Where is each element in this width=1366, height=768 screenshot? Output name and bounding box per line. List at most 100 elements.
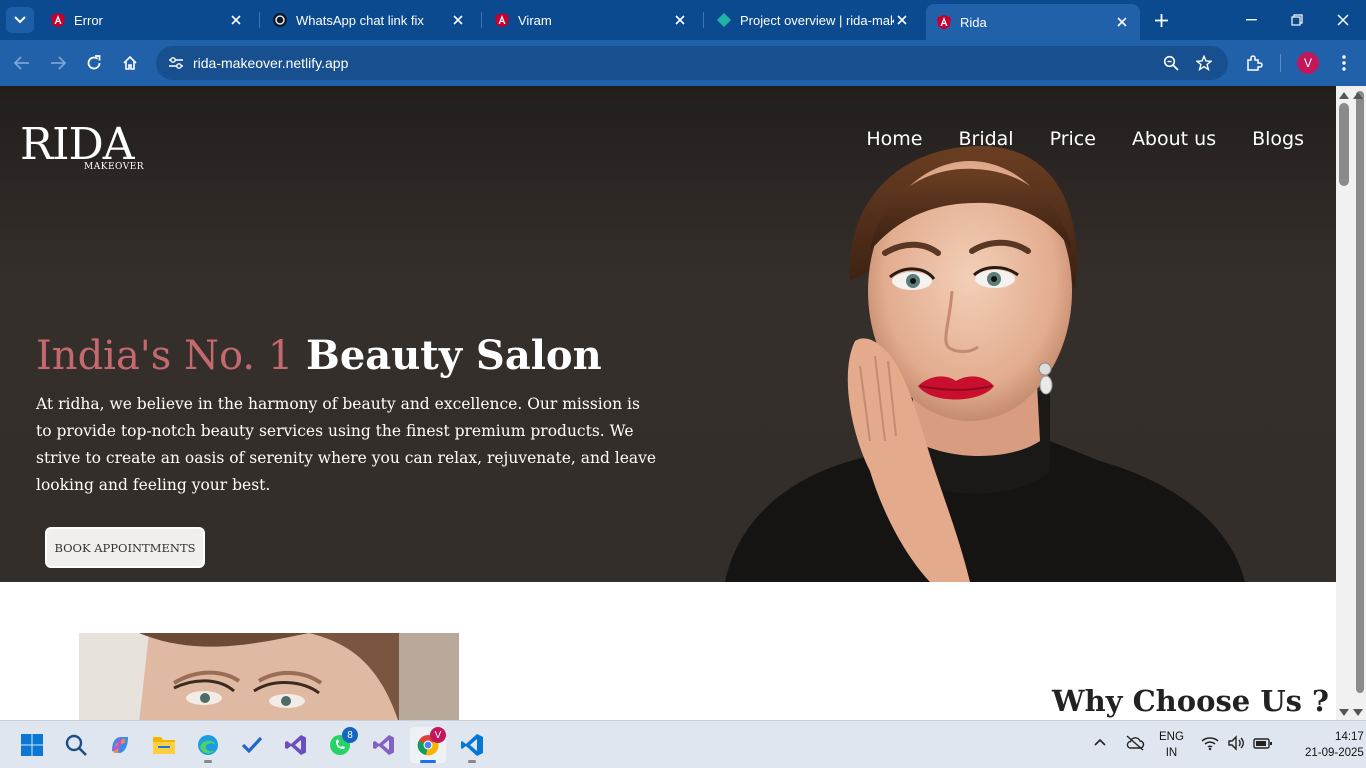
- system-status-group[interactable]: [1201, 735, 1273, 751]
- vscode-button[interactable]: [454, 727, 490, 763]
- chevron-down-icon: [14, 16, 26, 24]
- tab-rida[interactable]: Rida: [926, 4, 1140, 40]
- copilot-button[interactable]: [102, 727, 138, 763]
- wifi-icon: [1201, 737, 1219, 751]
- url-text: rida-makeover.netlify.app: [193, 55, 349, 71]
- scrollbar-thumb[interactable]: [1356, 91, 1364, 693]
- hero-title-accent: India's No. 1: [36, 333, 294, 379]
- visual-studio-2-button[interactable]: [366, 727, 402, 763]
- profile-button[interactable]: V: [1294, 49, 1322, 77]
- why-choose-us-heading: Why Choose Us ?: [1052, 684, 1330, 718]
- battery-icon: [1253, 738, 1272, 749]
- triangle-down-icon: [1339, 708, 1349, 716]
- address-bar[interactable]: rida-makeover.netlify.app: [156, 46, 1228, 80]
- reload-button[interactable]: [80, 49, 108, 77]
- nav-blogs[interactable]: Blogs: [1252, 128, 1304, 150]
- search-button[interactable]: [58, 727, 94, 763]
- tab-title: Project overview | rida-make: [740, 12, 894, 28]
- arrow-right-icon: [51, 56, 66, 70]
- clock[interactable]: 14:17 21-09-2025: [1305, 729, 1364, 761]
- avatar: V: [1297, 52, 1319, 74]
- close-icon[interactable]: [450, 12, 466, 28]
- checkmark-icon: [241, 736, 263, 754]
- nav-home[interactable]: Home: [866, 128, 922, 150]
- tab-whatsapp-chat-link-fix[interactable]: WhatsApp chat link fix: [262, 4, 476, 36]
- nav-bridal[interactable]: Bridal: [958, 128, 1013, 150]
- nav-price[interactable]: Price: [1050, 128, 1096, 150]
- running-indicator: [468, 760, 476, 763]
- visual-studio-button[interactable]: [278, 727, 314, 763]
- tab-project-overview[interactable]: Project overview | rida-make: [706, 4, 920, 36]
- scroll-down-arrow[interactable]: [1352, 706, 1364, 718]
- file-explorer-button[interactable]: [146, 727, 182, 763]
- plus-icon: [1154, 13, 1168, 27]
- scroll-up-arrow-left[interactable]: [1338, 89, 1350, 101]
- new-tab-button[interactable]: [1148, 8, 1174, 32]
- tab-search-button[interactable]: [6, 7, 34, 33]
- scroll-up-arrow[interactable]: [1352, 89, 1364, 101]
- minimize-button[interactable]: [1228, 0, 1274, 40]
- show-hidden-icons-button[interactable]: [1094, 735, 1106, 751]
- profile-badge: V: [430, 727, 446, 743]
- language-indicator[interactable]: ENG IN: [1159, 729, 1184, 761]
- notification-badge: 8: [342, 727, 358, 743]
- arrow-left-icon: [14, 56, 29, 70]
- angular-icon: [495, 13, 509, 28]
- hero-title-rest: Beauty Salon: [306, 332, 602, 379]
- close-icon[interactable]: [228, 12, 244, 28]
- home-button[interactable]: [116, 49, 144, 77]
- whatsapp-button[interactable]: 8: [322, 727, 358, 763]
- triangle-up-icon: [1353, 91, 1363, 99]
- back-button[interactable]: [8, 49, 36, 77]
- onedrive-button[interactable]: [1125, 735, 1145, 756]
- close-icon[interactable]: [672, 12, 688, 28]
- start-button[interactable]: [14, 727, 50, 763]
- tab-title: Viram: [518, 12, 552, 28]
- minimize-icon: [1245, 19, 1257, 21]
- extensions-button[interactable]: [1240, 49, 1268, 77]
- forward-button[interactable]: [44, 49, 72, 77]
- bookmark-button[interactable]: [1192, 51, 1216, 75]
- tab-separator: [703, 12, 704, 28]
- edge-button[interactable]: [190, 727, 226, 763]
- cloud-off-icon: [1126, 735, 1145, 751]
- zoom-icon: [1163, 55, 1179, 71]
- zoom-button[interactable]: [1159, 51, 1183, 75]
- region-code: IN: [1165, 747, 1178, 759]
- todo-button[interactable]: [234, 727, 270, 763]
- close-icon[interactable]: [894, 12, 910, 28]
- tab-title: WhatsApp chat link fix: [296, 12, 424, 28]
- puzzle-icon: [1247, 55, 1263, 71]
- nav-about-us[interactable]: About us: [1132, 128, 1216, 150]
- restore-button[interactable]: [1274, 0, 1320, 40]
- tab-separator: [481, 12, 482, 28]
- site-info-button[interactable]: [164, 51, 188, 75]
- active-indicator: [420, 760, 436, 763]
- screen: Error WhatsApp chat link fix Viram Proje…: [0, 0, 1366, 768]
- close-icon: [1337, 14, 1349, 26]
- tune-icon: [169, 57, 183, 69]
- toolbar-divider: [1280, 54, 1281, 72]
- folder-icon: [153, 737, 175, 754]
- close-icon[interactable]: [1114, 14, 1130, 30]
- tab-viram[interactable]: Viram: [484, 4, 698, 36]
- window-close-button[interactable]: [1320, 0, 1366, 40]
- reload-icon: [87, 55, 101, 70]
- scroll-down-arrow-left[interactable]: [1338, 706, 1350, 718]
- book-appointments-button[interactable]: BOOK APPOINTMENTS: [45, 527, 205, 568]
- site-logo[interactable]: RIDA MAKEOVER: [20, 122, 144, 176]
- volume-icon: [1228, 735, 1244, 751]
- edge-icon: [198, 735, 218, 755]
- chrome-button[interactable]: V: [410, 727, 446, 763]
- language-code: ENG: [1159, 731, 1184, 743]
- main-nav: Home Bridal Price About us Blogs: [866, 128, 1304, 150]
- tab-error[interactable]: Error: [40, 4, 254, 36]
- inner-scrollbar-thumb[interactable]: [1339, 103, 1349, 186]
- tab-title: Rida: [960, 14, 987, 30]
- hero-section: RIDA MAKEOVER Home Bridal Price About us…: [0, 86, 1336, 582]
- windows-icon: [21, 734, 43, 756]
- browser-tab-strip: Error WhatsApp chat link fix Viram Proje…: [0, 0, 1366, 40]
- menu-button[interactable]: [1330, 49, 1358, 77]
- logo-sub-text: MAKEOVER: [84, 162, 145, 172]
- tab-title: Error: [74, 12, 103, 28]
